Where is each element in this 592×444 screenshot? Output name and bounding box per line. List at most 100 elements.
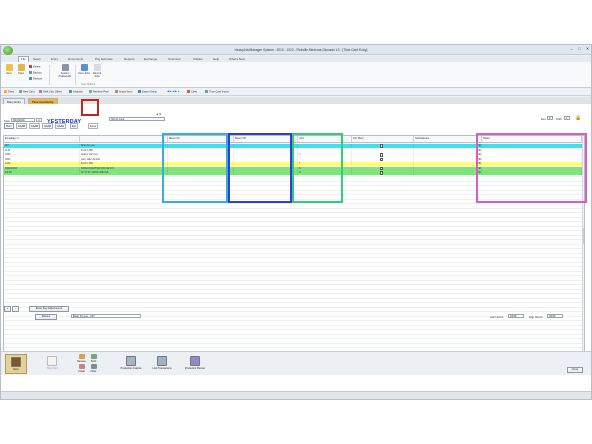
cell-per-diem[interactable]	[352, 148, 414, 153]
toolbar-shift-calc[interactable]: Shift Calc Offset	[39, 90, 62, 94]
cell-meter-on[interactable]	[168, 166, 234, 171]
col-per-diem[interactable]: Per Diem	[352, 136, 414, 143]
backup-button[interactable]: Backup	[29, 71, 42, 75]
vertical-scrollbar[interactable]	[582, 136, 584, 360]
toolbar-clear[interactable]: Clear	[187, 90, 197, 94]
launch-receive-button[interactable]: Receive	[76, 354, 87, 363]
tab-aaab[interactable]: AAAB	[16, 123, 27, 129]
lock-icon[interactable]: 🔒	[575, 115, 581, 121]
launch-install-button[interactable]: Install	[76, 364, 87, 373]
cell-sub[interactable]: $0	[414, 162, 482, 166]
cell-desc[interactable]: Avalyn Van Cox	[80, 153, 168, 157]
foreman-nav-arrows[interactable]: ▲▼	[156, 112, 162, 116]
table-row[interactable]: EX-09 IS "LT"E" 114HC 4060 LB N $0	[4, 171, 582, 175]
tab-extra-small[interactable]: Ext	[70, 123, 78, 129]
recent-jobs-button[interactable]: Recent Jobs	[91, 64, 103, 78]
cell-sub[interactable]: $0	[414, 171, 482, 175]
menu-overview[interactable]: Overview	[168, 57, 181, 61]
table-row[interactable]: 2339 Avalyn Van Cox Y $0	[4, 153, 582, 157]
toolbar-time-card-import[interactable]: Time Card Import	[205, 90, 229, 94]
cell-unit[interactable]	[298, 144, 352, 148]
launch-other-button[interactable]: Other	[88, 364, 99, 373]
col-emp-eqp[interactable]: Emp/Eqp ><	[4, 136, 80, 143]
cell-code[interactable]: 267	[4, 144, 80, 148]
cell-code[interactable]: 2339	[4, 153, 80, 157]
menu-pay-estimate[interactable]: Pay Estimate	[95, 57, 113, 61]
user-jobs-button[interactable]: User Jobs	[78, 64, 90, 75]
cell-code[interactable]: 1178	[4, 148, 80, 153]
cell-code[interactable]: R1403-003	[4, 166, 80, 171]
toolbar-diary[interactable]: Diary	[4, 90, 14, 94]
restore-button[interactable]: Restore	[29, 77, 42, 81]
menu-setup[interactable]: Setup	[33, 57, 41, 61]
table-row[interactable]: 267 Brian D Luce $0	[4, 144, 582, 148]
enter-pay-adjustments-button[interactable]: Enter Pay Adjustments	[29, 306, 69, 312]
cell-unit[interactable]: Y	[298, 153, 352, 157]
cell-sub[interactable]: $0	[414, 144, 482, 148]
table-row[interactable]: 1823 Larry Allen Arnold $0	[4, 157, 582, 162]
cell-desc[interactable]: IS "LT"E" 114HC 4060 LB	[80, 171, 168, 175]
review-field[interactable]: Brian D Luce - 267	[71, 314, 141, 318]
cell-per-diem[interactable]	[352, 144, 414, 148]
menu-entry[interactable]: Entry	[51, 57, 58, 61]
cell-unit[interactable]	[298, 148, 352, 153]
tab-extra[interactable]: Extra	[88, 123, 99, 129]
per-diem-checkbox[interactable]	[380, 153, 384, 157]
remove-row-button[interactable]: –	[12, 306, 19, 312]
open-button[interactable]: Open	[16, 64, 26, 75]
launch-subs-button[interactable]: Subs	[88, 354, 99, 363]
toolbar-analysis[interactable]: Analysis	[69, 90, 83, 94]
launch-time-card-button[interactable]: Time Card	[41, 354, 63, 374]
cell-per-diem[interactable]	[352, 162, 414, 166]
cell-desc[interactable]: Larry Allen Arnold	[80, 157, 168, 162]
cell-sub[interactable]: $0	[414, 148, 482, 153]
cell-sub[interactable]: $0	[414, 157, 482, 162]
date-picker-button[interactable]: ▾	[36, 118, 42, 122]
cell-unit[interactable]: N	[298, 166, 352, 171]
cell-notes[interactable]	[482, 171, 582, 175]
delete-button[interactable]: Delete	[29, 65, 41, 69]
tab-aaaa[interactable]: AAAA	[55, 123, 66, 129]
minimize-button[interactable]: –	[568, 46, 575, 52]
close-button[interactable]: Close	[567, 367, 583, 373]
col-notes[interactable]: Notes	[482, 136, 582, 143]
system-passwords-button[interactable]: System Passwords	[57, 64, 73, 78]
cell-sub[interactable]: $0	[414, 153, 482, 157]
menu-reports[interactable]: Reports	[124, 57, 135, 61]
shift-field[interactable]: 1	[564, 116, 570, 120]
tab-main[interactable]: Main	[4, 123, 14, 129]
cell-per-diem[interactable]	[352, 166, 414, 171]
menu-help[interactable]: Help	[213, 57, 219, 61]
toolbar-retrieve-prev[interactable]: Retrieve Prev	[89, 90, 109, 94]
nav-arrows[interactable]: ◀ ▶ ◀ ▶ ●	[167, 90, 179, 93]
cell-desc[interactable]: 305 EXCAVATOR CRC 3E 374	[80, 166, 168, 171]
cell-code[interactable]: EX-09	[4, 171, 80, 175]
menu-documents[interactable]: Documents	[68, 57, 83, 61]
cell-per-diem[interactable]	[352, 157, 414, 162]
cell-per-diem[interactable]	[352, 153, 414, 157]
per-diem-checkbox[interactable]	[380, 171, 384, 175]
cell-unit[interactable]: Y	[298, 162, 352, 166]
date-field[interactable]: 6/10/2019	[11, 118, 35, 122]
toolbar-new-card[interactable]: New Card	[19, 90, 35, 94]
cell-notes[interactable]	[482, 166, 582, 171]
cell-meter-off[interactable]	[234, 171, 298, 175]
cell-code[interactable]: 1823	[4, 157, 80, 162]
rev-field[interactable]: 0	[547, 116, 553, 120]
cell-unit[interactable]: N	[298, 171, 352, 175]
cell-notes[interactable]	[482, 144, 582, 148]
close-window-button[interactable]: ✕	[584, 46, 591, 52]
cell-meter-on[interactable]	[168, 171, 234, 175]
eqp-hours-field[interactable]: 32:00	[547, 314, 563, 318]
menu-utilities[interactable]: Utilities	[193, 57, 203, 61]
cell-desc[interactable]: Brian D Luce	[80, 144, 168, 148]
col-unit[interactable]: Unit	[298, 136, 352, 143]
cell-desc[interactable]: Ford F-350	[80, 162, 168, 166]
lab-hours-field[interactable]: 24:00	[508, 314, 524, 318]
review-button[interactable]: Review	[35, 314, 57, 320]
col-meter-off[interactable]: Meter Off	[234, 136, 298, 143]
toolbar-import[interactable]: Import from	[115, 90, 132, 94]
launch-production-analysis-button[interactable]: Production Analysis	[118, 354, 144, 374]
launch-production-planner-button[interactable]: Production Planner	[181, 354, 209, 374]
foreman-field[interactable]: Van D Luce	[109, 117, 165, 121]
